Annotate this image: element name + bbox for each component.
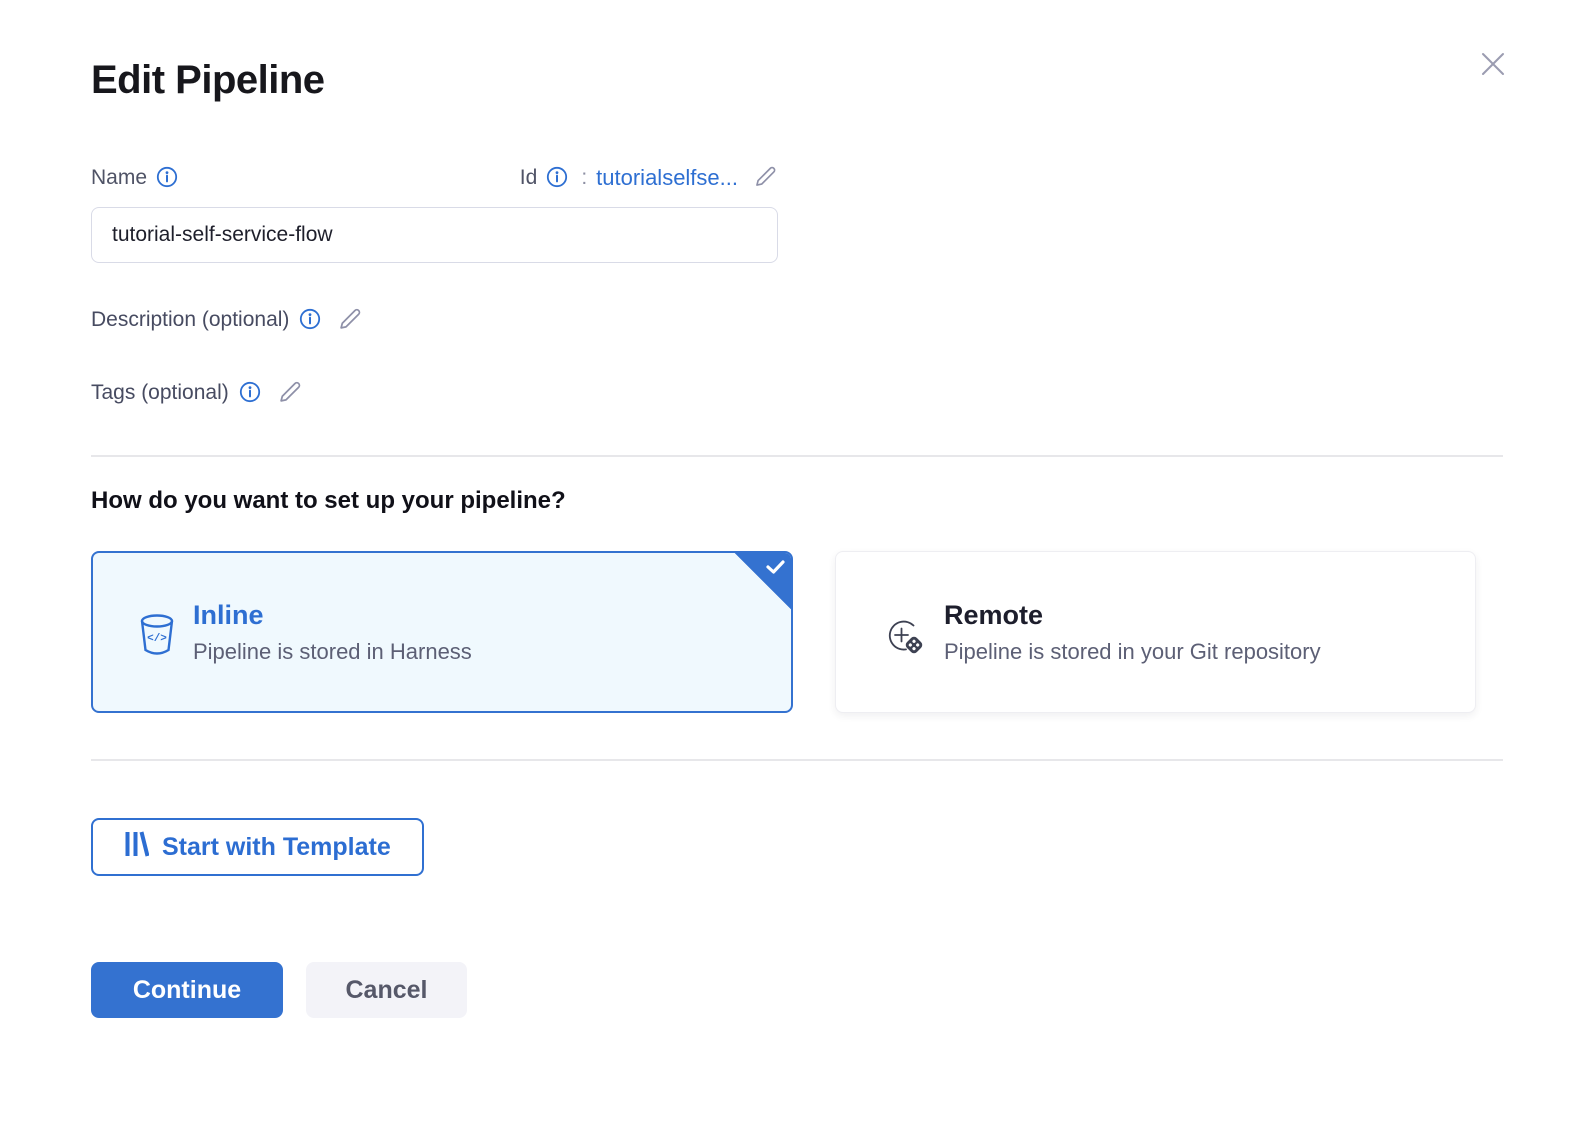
- remote-git-icon: [880, 612, 928, 660]
- name-id-row: Name Id: [91, 163, 778, 193]
- id-info-button[interactable]: [546, 166, 568, 191]
- edit-tags-button[interactable]: [277, 379, 303, 408]
- pipeline-storage-options: </> Inline Pipeline is stored in Harness: [91, 551, 1503, 713]
- edit-id-button[interactable]: [753, 164, 778, 192]
- card-remote[interactable]: Remote Pipeline is stored in your Git re…: [835, 551, 1476, 713]
- inline-harness-icon: </>: [137, 612, 177, 660]
- pencil-icon: [277, 379, 303, 408]
- name-label-group: Name: [91, 166, 178, 191]
- selected-check-icon: [734, 552, 792, 610]
- card-remote-subtitle: Pipeline is stored in your Git repositor…: [944, 639, 1321, 665]
- info-icon: [239, 381, 261, 406]
- pencil-icon: [337, 306, 363, 335]
- card-inline-title: Inline: [193, 600, 472, 631]
- card-inline[interactable]: </> Inline Pipeline is stored in Harness: [91, 551, 793, 713]
- description-info-button[interactable]: [299, 308, 321, 333]
- id-separator: :: [581, 166, 587, 190]
- info-icon: [156, 166, 178, 191]
- info-icon: [299, 308, 321, 333]
- setup-question: How do you want to set up your pipeline?: [91, 487, 1503, 515]
- edit-pipeline-modal: Edit Pipeline Name Id: [0, 0, 1594, 1134]
- id-value-link[interactable]: tutorialselfse...: [596, 165, 738, 191]
- description-label: Description (optional): [91, 308, 289, 332]
- divider: [91, 455, 1503, 457]
- card-inline-text: Inline Pipeline is stored in Harness: [193, 600, 472, 665]
- continue-button[interactable]: Continue: [91, 962, 283, 1018]
- tags-label: Tags (optional): [91, 381, 229, 405]
- description-row: Description (optional): [91, 304, 1503, 336]
- name-info-button[interactable]: [156, 166, 178, 191]
- template-library-icon: [124, 829, 149, 866]
- tags-row: Tags (optional): [91, 377, 1503, 409]
- divider: [91, 759, 1503, 761]
- start-with-template-label: Start with Template: [162, 833, 391, 862]
- id-group: Id : tutorialselfse...: [520, 164, 778, 192]
- close-icon: [1477, 48, 1509, 83]
- info-icon: [546, 166, 568, 191]
- edit-description-button[interactable]: [337, 306, 363, 335]
- modal-title: Edit Pipeline: [91, 0, 1503, 103]
- id-label: Id: [520, 166, 538, 190]
- pencil-icon: [753, 164, 778, 192]
- modal-actions: Continue Cancel: [91, 962, 1503, 1018]
- tags-info-button[interactable]: [239, 381, 261, 406]
- card-remote-text: Remote Pipeline is stored in your Git re…: [944, 600, 1321, 665]
- svg-text:</>: </>: [147, 633, 167, 645]
- card-inline-subtitle: Pipeline is stored in Harness: [193, 639, 472, 665]
- cancel-button[interactable]: Cancel: [306, 962, 467, 1018]
- start-with-template-button[interactable]: Start with Template: [91, 818, 424, 876]
- close-button[interactable]: [1476, 48, 1510, 82]
- card-remote-title: Remote: [944, 600, 1321, 631]
- name-label: Name: [91, 166, 147, 190]
- name-input[interactable]: [91, 207, 778, 263]
